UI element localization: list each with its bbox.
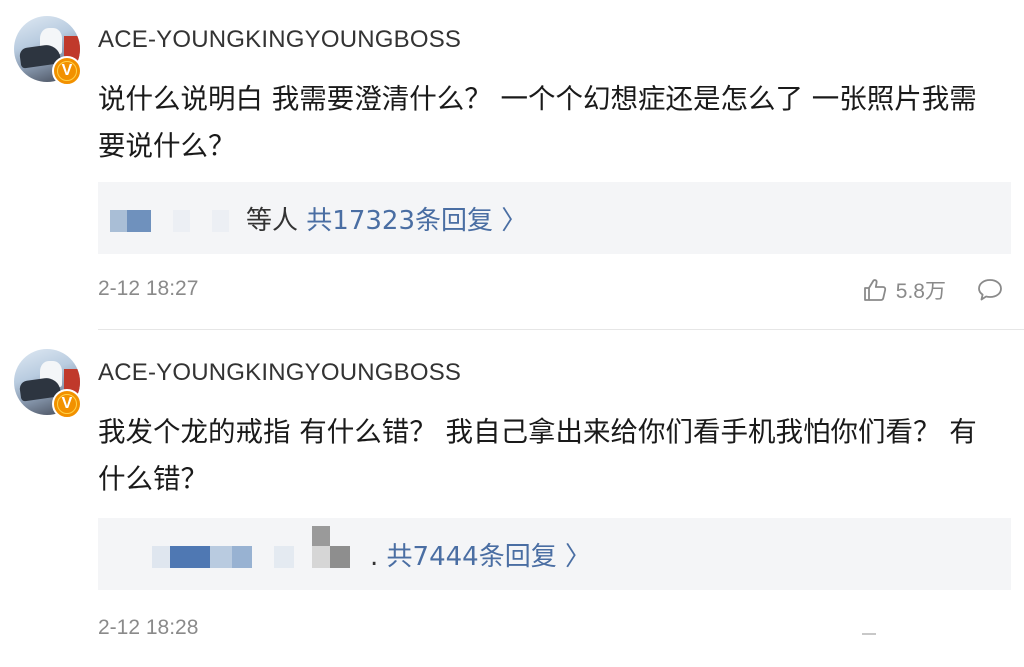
divider: [98, 329, 1024, 330]
speech-bubble-icon[interactable]: [976, 277, 1004, 303]
like-icon-partial: [862, 633, 876, 635]
comment-timestamp: 2-12 18:27: [98, 277, 199, 300]
comment-text: 说什么说明白 我需要澄清什么？ 一个个幻想症还是怎么了 一张照片我需要说什么？: [98, 83, 977, 162]
replies-count-link[interactable]: 共7444条回复 〉: [387, 542, 591, 572]
username[interactable]: ACE-YOUNGKINGYOUNGBOSS: [98, 359, 461, 387]
comment-item: V ACE-YOUNGKINGYOUNGBOSS 我发个龙的戒指 有什么错？ 我…: [0, 333, 1024, 667]
replies-preview[interactable]: . 共7444条回复 〉: [98, 518, 1011, 590]
username[interactable]: ACE-YOUNGKINGYOUNGBOSS: [98, 26, 461, 54]
comment-item: V ACE-YOUNGKINGYOUNGBOSS 说什么说明白 我需要澄清什么？…: [0, 0, 1024, 330]
verified-badge-icon: V: [52, 389, 82, 419]
comment-timestamp: 2-12 18:28: [98, 616, 199, 639]
replies-count-link[interactable]: 共17323条回复 〉: [306, 206, 527, 236]
comment-text: 我发个龙的戒指 有什么错？ 我自己拿出来给你们看手机我怕你们看？ 有什么错？: [98, 416, 977, 495]
replies-suffix: 等人: [246, 206, 299, 236]
comment-actions: 5.8万: [862, 276, 1004, 304]
replies-preview[interactable]: 等人 共17323条回复 〉: [98, 182, 1011, 254]
replies-suffix: .: [370, 542, 379, 572]
thumbs-up-icon[interactable]: [862, 277, 888, 303]
like-count: 5.8万: [895, 280, 946, 303]
verified-badge-icon: V: [52, 56, 82, 86]
